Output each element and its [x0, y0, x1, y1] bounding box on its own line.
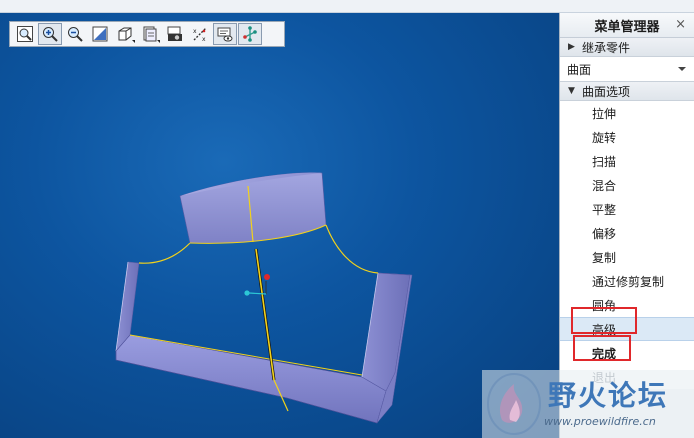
- surface-options-section[interactable]: ▼ 曲面选项: [560, 82, 694, 101]
- feature-type-dropdown[interactable]: 曲面: [560, 57, 694, 82]
- chevron-down-icon: [678, 67, 686, 71]
- watermark-url: www.proewildfire.cn: [544, 415, 656, 428]
- menu-item-blend[interactable]: 混合: [560, 173, 694, 197]
- highlight-box-advanced: [571, 307, 637, 334]
- menu-item-copy-by-trim[interactable]: 通过修剪复制: [560, 269, 694, 293]
- inherit-part-section[interactable]: ▶ 继承零件: [560, 38, 694, 57]
- forum-logo-icon: [487, 373, 541, 435]
- watermark-title: 野火论坛: [548, 379, 669, 412]
- menu-item-revolve[interactable]: 旋转: [560, 125, 694, 149]
- expand-triangle-icon: ▶: [568, 42, 575, 52]
- inherit-part-label: 继承零件: [582, 40, 631, 55]
- menu-item-flat[interactable]: 平整: [560, 197, 694, 221]
- top-cap: [179, 172, 327, 244]
- coordinate-triad: [244, 274, 270, 296]
- menu-manager-title: 菜单管理器: [594, 19, 660, 35]
- feature-type-value: 曲面: [567, 62, 592, 77]
- graphics-viewport[interactable]: xx: [0, 13, 559, 438]
- highlight-box-done: [573, 335, 631, 361]
- menu-item-sweep[interactable]: 扫描: [560, 149, 694, 173]
- surface-model[interactable]: [0, 13, 559, 438]
- menu-item-extrude[interactable]: 拉伸: [560, 101, 694, 125]
- collapse-triangle-icon: ▼: [568, 86, 575, 96]
- menu-item-copy[interactable]: 复制: [560, 245, 694, 269]
- window-top-strip: [0, 0, 694, 13]
- menu-manager-header: 菜单管理器 ×: [560, 13, 694, 38]
- bottom-frame: [115, 334, 387, 424]
- surface-options-label: 曲面选项: [582, 84, 631, 99]
- menu-item-offset[interactable]: 偏移: [560, 221, 694, 245]
- close-icon[interactable]: ×: [675, 17, 686, 32]
- forum-watermark: 野火论坛 www.proewildfire.cn: [482, 370, 694, 438]
